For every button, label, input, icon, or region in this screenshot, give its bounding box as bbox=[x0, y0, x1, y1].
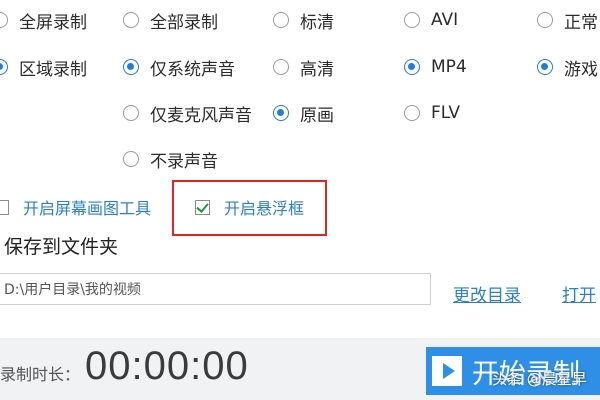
radio-circle bbox=[123, 12, 139, 28]
radio-circle bbox=[273, 12, 289, 28]
radio-format-flv[interactable]: FLV bbox=[404, 101, 460, 125]
radio-quality-high-label: 高清 bbox=[300, 59, 334, 80]
radio-format-flv-label: FLV bbox=[431, 103, 461, 123]
radio-region[interactable]: 区域录制 bbox=[0, 55, 87, 80]
save-path-value: D:\用户目录\我的视频 bbox=[4, 282, 141, 298]
radio-circle-selected bbox=[0, 59, 8, 75]
radio-audio-mic-only-label: 仅麦克风声音 bbox=[150, 105, 252, 126]
radio-audio-all-label: 全部录制 bbox=[150, 12, 218, 33]
radio-quality-original[interactable]: 原画 bbox=[273, 101, 334, 126]
radio-audio-all[interactable]: 全部录制 bbox=[123, 8, 218, 33]
radio-mode-game[interactable]: 游戏 bbox=[537, 55, 598, 80]
radio-full-screen-label: 全屏录制 bbox=[19, 12, 87, 33]
watermark: 头条 @晨星早 bbox=[492, 370, 587, 388]
radio-circle bbox=[537, 12, 553, 28]
radio-format-mp4-label: MP4 bbox=[431, 57, 467, 77]
radio-audio-mic-only[interactable]: 仅麦克风声音 bbox=[123, 101, 252, 126]
radio-quality-standard-label: 标清 bbox=[300, 12, 334, 33]
radio-region-label: 区域录制 bbox=[19, 59, 87, 80]
radio-circle-selected bbox=[123, 59, 139, 75]
radio-circle bbox=[404, 12, 420, 28]
radio-quality-high[interactable]: 高清 bbox=[273, 55, 334, 80]
save-folder-title: 保存到文件夹 bbox=[4, 236, 119, 258]
play-icon bbox=[432, 356, 462, 386]
radio-circle bbox=[0, 12, 8, 28]
radio-circle bbox=[273, 59, 289, 75]
radio-format-avi-label: AVI bbox=[431, 10, 459, 30]
radio-format-avi[interactable]: AVI bbox=[404, 8, 458, 32]
radio-mode-game-label: 游戏 bbox=[564, 59, 598, 80]
radio-quality-standard[interactable]: 标清 bbox=[273, 8, 334, 33]
radio-circle-selected bbox=[537, 59, 553, 75]
duration-label: 录制时长： bbox=[0, 365, 81, 384]
highlight-box bbox=[172, 180, 327, 236]
checkbox-draw-tool-label: 开启屏幕画图工具 bbox=[23, 199, 152, 218]
radio-mode-normal[interactable]: 正常 bbox=[537, 8, 598, 33]
radio-full-screen[interactable]: 全屏录制 bbox=[0, 8, 87, 33]
radio-circle bbox=[123, 151, 139, 167]
radio-audio-system-only-label: 仅系统声音 bbox=[150, 59, 235, 80]
duration-value: 00:00:00 bbox=[85, 344, 249, 388]
change-dir-link[interactable]: 更改目录 bbox=[453, 281, 521, 306]
save-path-field[interactable]: D:\用户目录\我的视频 bbox=[0, 273, 431, 305]
radio-circle bbox=[123, 105, 139, 121]
radio-mode-normal-label: 正常 bbox=[564, 12, 598, 33]
radio-format-mp4[interactable]: MP4 bbox=[404, 55, 467, 79]
radio-circle bbox=[404, 105, 420, 121]
radio-audio-none-label: 不录声音 bbox=[150, 151, 218, 172]
radio-circle-selected bbox=[273, 105, 289, 121]
radio-quality-original-label: 原画 bbox=[300, 105, 334, 126]
checkbox-draw-tool[interactable]: 开启屏幕画图工具 bbox=[0, 195, 151, 219]
radio-audio-system-only[interactable]: 仅系统声音 bbox=[123, 55, 235, 80]
radio-circle-selected bbox=[404, 59, 420, 75]
radio-audio-none[interactable]: 不录声音 bbox=[123, 147, 218, 172]
checkbox-box bbox=[0, 199, 9, 215]
open-folder-link[interactable]: 打开 bbox=[562, 281, 596, 306]
